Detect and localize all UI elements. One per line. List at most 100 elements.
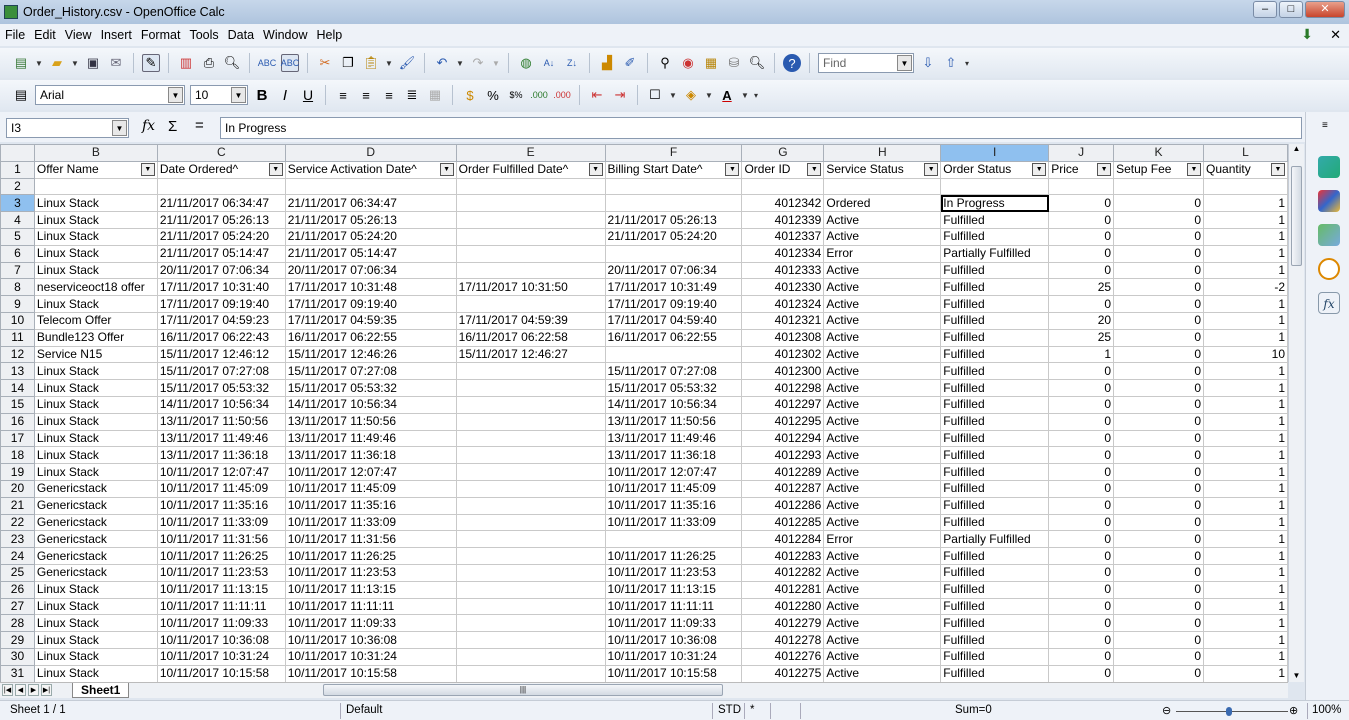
function-wizard-icon[interactable]: fx bbox=[142, 118, 155, 134]
cell[interactable]: 0 bbox=[1113, 580, 1205, 599]
row-header[interactable]: 29 bbox=[0, 631, 35, 649]
cell[interactable]: 0 bbox=[1048, 580, 1115, 599]
chart-icon[interactable]: ▟ bbox=[598, 54, 616, 72]
cell[interactable] bbox=[604, 244, 743, 263]
cell[interactable]: 10/11/2017 10:36:08 bbox=[604, 631, 743, 649]
formula-input[interactable]: In Progress bbox=[220, 117, 1302, 139]
cell[interactable]: Linux Stack bbox=[33, 647, 158, 666]
row-header[interactable]: 22 bbox=[0, 513, 35, 532]
cell[interactable]: 14/11/2017 10:56:34 bbox=[156, 395, 286, 414]
scroll-up-icon[interactable]: ▲ bbox=[1289, 144, 1304, 153]
undo-dropdown-icon[interactable]: ▼ bbox=[456, 59, 464, 68]
cell[interactable] bbox=[455, 496, 606, 515]
align-right-icon[interactable]: ≡ bbox=[380, 86, 398, 104]
row-header[interactable]: 16 bbox=[0, 412, 35, 431]
cell[interactable]: 0 bbox=[1113, 614, 1205, 633]
cell[interactable]: 20/11/2017 07:06:34 bbox=[156, 261, 286, 280]
name-box[interactable]: I3 ▼ bbox=[6, 118, 129, 138]
cell[interactable]: Telecom Offer bbox=[33, 311, 158, 330]
cell[interactable]: 4012295 bbox=[741, 412, 825, 431]
cell[interactable]: Linux Stack bbox=[33, 614, 158, 633]
cell[interactable] bbox=[455, 580, 606, 599]
cell[interactable]: 14/11/2017 10:56:34 bbox=[284, 395, 457, 414]
cell[interactable]: 4012279 bbox=[741, 614, 825, 633]
cell[interactable]: 10/11/2017 11:31:56 bbox=[284, 530, 457, 549]
autofilter-dropdown-icon[interactable]: ▼ bbox=[1271, 162, 1285, 176]
cell[interactable]: Active bbox=[823, 580, 942, 599]
autofilter-dropdown-icon[interactable]: ▼ bbox=[924, 162, 939, 176]
cell[interactable] bbox=[1203, 177, 1288, 196]
sort-ascending-icon[interactable]: A↓ bbox=[540, 54, 558, 72]
copy-icon[interactable]: ❐ bbox=[339, 54, 357, 72]
cell[interactable]: 21/11/2017 05:24:20 bbox=[284, 227, 457, 246]
name-box-dropdown-icon[interactable]: ▼ bbox=[112, 120, 127, 136]
cell[interactable]: Linux Stack bbox=[33, 446, 158, 465]
cell[interactable]: 21/11/2017 05:24:20 bbox=[604, 227, 743, 246]
row-header[interactable]: 13 bbox=[0, 362, 35, 381]
cell[interactable] bbox=[156, 177, 286, 196]
cell[interactable]: 13/11/2017 11:50:56 bbox=[604, 412, 743, 431]
function-icon[interactable]: = bbox=[195, 117, 204, 134]
cell[interactable]: 13/11/2017 11:49:46 bbox=[604, 429, 743, 448]
row-header[interactable]: 5 bbox=[0, 227, 35, 246]
cell[interactable]: 0 bbox=[1113, 463, 1205, 481]
cell[interactable]: 0 bbox=[1048, 530, 1115, 549]
cell[interactable]: 0 bbox=[1048, 631, 1115, 649]
cell[interactable] bbox=[604, 345, 743, 364]
cell[interactable] bbox=[455, 446, 606, 465]
font-color-dropdown-icon[interactable]: ▼ bbox=[741, 91, 749, 100]
row-header[interactable]: 6 bbox=[0, 244, 35, 263]
cell[interactable]: Linux Stack bbox=[33, 362, 158, 381]
cell[interactable]: 10/11/2017 11:26:25 bbox=[284, 547, 457, 565]
cell[interactable]: 4012298 bbox=[741, 379, 825, 397]
cell[interactable]: 0 bbox=[1113, 547, 1205, 565]
cell[interactable]: Linux Stack bbox=[33, 194, 158, 213]
cell[interactable]: Fulfilled bbox=[940, 311, 1050, 330]
select-all-corner[interactable] bbox=[0, 144, 35, 162]
cell[interactable]: 0 bbox=[1048, 496, 1115, 515]
cell[interactable]: 1 bbox=[1203, 379, 1288, 397]
background-color-icon[interactable]: ◈ bbox=[682, 86, 700, 104]
cell[interactable]: Fulfilled bbox=[940, 513, 1050, 532]
menu-file[interactable]: File bbox=[5, 28, 25, 42]
cell[interactable]: 1 bbox=[1203, 580, 1288, 599]
cell[interactable]: 4012321 bbox=[741, 311, 825, 330]
cell[interactable]: Linux Stack bbox=[33, 597, 158, 616]
cell[interactable]: Active bbox=[823, 379, 942, 397]
cell[interactable] bbox=[455, 295, 606, 313]
cell[interactable]: 1 bbox=[1203, 563, 1288, 582]
font-size-select[interactable]: 10 ▼ bbox=[190, 85, 248, 105]
cell[interactable]: 0 bbox=[1048, 261, 1115, 280]
cell[interactable]: 4012287 bbox=[741, 479, 825, 498]
cell[interactable]: Linux Stack bbox=[33, 295, 158, 313]
cell[interactable]: 0 bbox=[1113, 295, 1205, 313]
cell[interactable]: Genericstack bbox=[33, 479, 158, 498]
cell[interactable]: Fulfilled bbox=[940, 446, 1050, 465]
cell[interactable]: 0 bbox=[1113, 227, 1205, 246]
cell[interactable]: 21/11/2017 05:26:13 bbox=[284, 211, 457, 229]
row-header[interactable]: 23 bbox=[0, 530, 35, 549]
autospellcheck-icon[interactable]: ABC bbox=[281, 54, 299, 72]
increase-indent-icon[interactable]: ⇥ bbox=[611, 86, 629, 104]
close-document-button[interactable]: ✕ bbox=[1330, 27, 1341, 43]
cell[interactable]: Fulfilled bbox=[940, 547, 1050, 565]
cell[interactable]: 4012275 bbox=[741, 664, 825, 682]
background-color-dropdown-icon[interactable]: ▼ bbox=[705, 91, 713, 100]
cell[interactable]: 1 bbox=[1203, 631, 1288, 649]
cell[interactable]: Fulfilled bbox=[940, 580, 1050, 599]
cell[interactable]: 1 bbox=[1203, 513, 1288, 532]
cell[interactable]: 0 bbox=[1113, 278, 1205, 297]
find-previous-icon[interactable]: ⇧ bbox=[942, 54, 960, 72]
open-dropdown-icon[interactable]: ▼ bbox=[71, 59, 79, 68]
borders-dropdown-icon[interactable]: ▼ bbox=[669, 91, 677, 100]
zoom-icon[interactable]: 🔍︎ bbox=[748, 54, 766, 72]
font-name-dropdown-icon[interactable]: ▼ bbox=[168, 87, 183, 103]
cell[interactable]: 10/11/2017 11:09:33 bbox=[156, 614, 286, 633]
cell[interactable]: Fulfilled bbox=[940, 211, 1050, 229]
align-left-icon[interactable]: ≡ bbox=[334, 86, 352, 104]
cell[interactable]: Active bbox=[823, 547, 942, 565]
cell[interactable]: 1 bbox=[1203, 429, 1288, 448]
cell[interactable]: 0 bbox=[1048, 244, 1115, 263]
column-header-F[interactable]: F bbox=[604, 144, 743, 162]
export-pdf-icon[interactable]: ▥ bbox=[177, 54, 195, 72]
